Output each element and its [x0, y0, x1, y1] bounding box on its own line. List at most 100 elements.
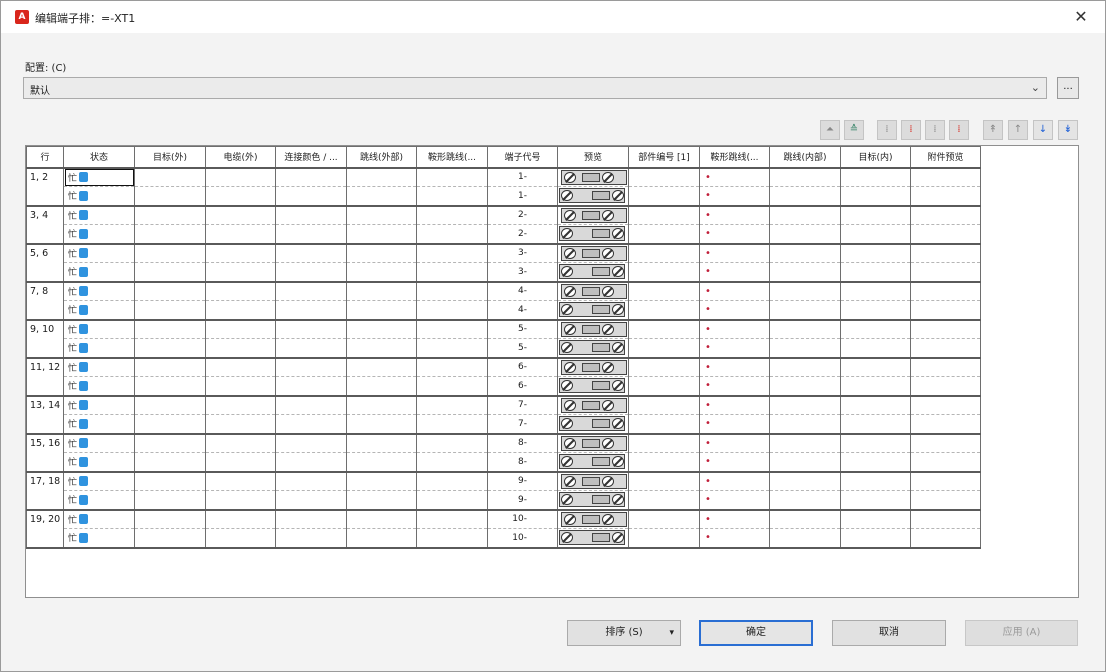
table-row[interactable]: 1, 2 忙 1- •	[26, 167, 981, 207]
table-row[interactable]: 忙 4- •	[27, 300, 981, 321]
preview-cell[interactable]	[557, 471, 629, 491]
table-row[interactable]: 7, 8 忙 4- •	[26, 281, 981, 321]
column-header[interactable]: 端子代号	[487, 146, 558, 169]
split-col-icon[interactable]: ⁞	[877, 120, 897, 140]
grid-cell[interactable]	[205, 509, 276, 529]
grid-cell[interactable]	[205, 452, 276, 473]
grid-cell[interactable]	[910, 186, 981, 207]
terminal-code-cell[interactable]: 7-	[487, 414, 558, 435]
grid-cell[interactable]	[840, 509, 911, 529]
preview-cell[interactable]	[557, 281, 629, 301]
grid-cell[interactable]	[840, 490, 911, 511]
grid-cell[interactable]	[840, 414, 911, 435]
grid-cell[interactable]	[205, 395, 276, 415]
column-header[interactable]: 目标(外)	[134, 146, 206, 169]
grid-cell[interactable]	[840, 338, 911, 359]
column-header[interactable]: 鞍形跳线(...	[699, 146, 770, 169]
grid-cell[interactable]	[134, 433, 206, 453]
grid-cell[interactable]	[910, 300, 981, 321]
grid-cell[interactable]	[134, 357, 206, 377]
terminal-code-cell[interactable]: 10-	[487, 509, 558, 529]
grid-cell[interactable]	[910, 319, 981, 339]
grid-cell[interactable]	[205, 490, 276, 511]
grid-cell[interactable]	[416, 224, 488, 245]
grid-cell[interactable]	[205, 243, 276, 263]
column-header[interactable]: 状态	[63, 146, 135, 169]
insert-red-icon[interactable]: ⁞	[901, 120, 921, 140]
grid-cell[interactable]	[134, 490, 206, 511]
grid-cell[interactable]	[134, 224, 206, 245]
grid-cell[interactable]	[416, 319, 488, 339]
saddle-jumper-cell[interactable]: •	[699, 262, 770, 283]
grid-cell[interactable]	[346, 376, 417, 397]
grid-cell[interactable]	[275, 490, 347, 511]
config-dropdown[interactable]: 默认 ⌄	[23, 77, 1047, 99]
preview-cell[interactable]	[557, 224, 629, 245]
grid-cell[interactable]	[769, 262, 841, 283]
grid-cell[interactable]	[628, 319, 700, 339]
grid-cell[interactable]	[346, 357, 417, 377]
grid-cell[interactable]	[910, 243, 981, 263]
saddle-jumper-cell[interactable]: •	[699, 414, 770, 435]
grid-cell[interactable]	[840, 452, 911, 473]
grid-cell[interactable]	[346, 433, 417, 453]
terminal-code-cell[interactable]: 6-	[487, 357, 558, 377]
grid-cell[interactable]	[275, 300, 347, 321]
grid-cell[interactable]	[275, 262, 347, 283]
grid-cell[interactable]	[275, 167, 347, 187]
terminal-code-cell[interactable]: 2-	[487, 224, 558, 245]
grid-cell[interactable]	[840, 186, 911, 207]
up-icon[interactable]: ↑	[1008, 120, 1028, 140]
saddle-jumper-cell[interactable]: •	[699, 357, 770, 377]
down-last-icon[interactable]: ↡	[1058, 120, 1078, 140]
terminal-code-cell[interactable]: 10-	[487, 528, 558, 549]
grid-cell[interactable]	[416, 357, 488, 377]
grid-cell[interactable]	[910, 414, 981, 435]
grid-cell[interactable]	[275, 338, 347, 359]
grid-cell[interactable]	[416, 528, 488, 549]
grid-cell[interactable]	[628, 338, 700, 359]
saddle-jumper-cell[interactable]: •	[699, 433, 770, 453]
grid-cell[interactable]	[910, 528, 981, 549]
grid-cell[interactable]	[346, 243, 417, 263]
grid-cell[interactable]	[205, 167, 276, 187]
grid-cell[interactable]	[134, 243, 206, 263]
status-cell[interactable]: 忙	[63, 528, 135, 549]
grid-cell[interactable]	[416, 262, 488, 283]
grid-cell[interactable]	[205, 376, 276, 397]
grid-cell[interactable]	[275, 319, 347, 339]
grid-cell[interactable]	[628, 224, 700, 245]
grid-cell[interactable]	[628, 490, 700, 511]
saddle-jumper-cell[interactable]: •	[699, 281, 770, 301]
grid-cell[interactable]	[205, 433, 276, 453]
ok-button[interactable]: 确定	[699, 620, 813, 646]
grid-cell[interactable]	[840, 376, 911, 397]
table-row[interactable]: 忙 2- •	[27, 224, 981, 245]
table-row[interactable]: 忙 9- •	[27, 490, 981, 511]
grid-cell[interactable]	[205, 338, 276, 359]
grid-cell[interactable]	[910, 490, 981, 511]
cancel-button[interactable]: 取消	[832, 620, 946, 646]
grid-cell[interactable]	[275, 224, 347, 245]
status-cell[interactable]: 忙	[63, 490, 135, 511]
terminal-code-cell[interactable]: 8-	[487, 452, 558, 473]
grid-cell[interactable]	[628, 471, 700, 491]
grid-cell[interactable]	[910, 471, 981, 491]
grid-cell[interactable]	[275, 509, 347, 529]
status-cell[interactable]: 忙	[63, 167, 135, 187]
preview-cell[interactable]	[557, 528, 629, 549]
status-cell[interactable]: 忙	[63, 471, 135, 491]
grid-cell[interactable]	[205, 224, 276, 245]
table-row[interactable]: 忙 10- •	[27, 528, 981, 549]
grid-cell[interactable]	[769, 490, 841, 511]
grid-cell[interactable]	[769, 300, 841, 321]
grid-cell[interactable]	[910, 224, 981, 245]
grid-cell[interactable]	[134, 167, 206, 187]
table-row[interactable]: 忙 7- •	[27, 414, 981, 435]
status-cell[interactable]: 忙	[63, 357, 135, 377]
grid-cell[interactable]	[275, 376, 347, 397]
preview-cell[interactable]	[557, 186, 629, 207]
status-cell[interactable]: 忙	[63, 281, 135, 301]
grid-cell[interactable]	[416, 490, 488, 511]
grid-cell[interactable]	[769, 319, 841, 339]
